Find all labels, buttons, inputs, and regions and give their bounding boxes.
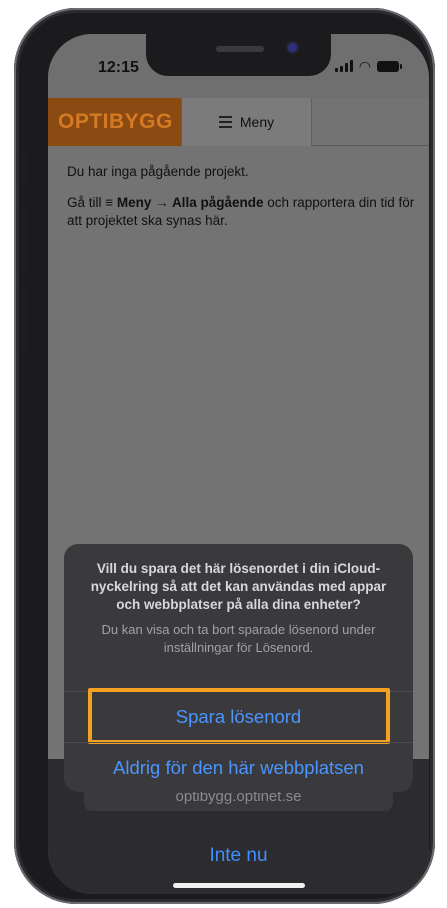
battery-icon bbox=[377, 60, 402, 72]
all-ongoing-ref: Alla pågående bbox=[171, 195, 264, 210]
volume-up-button bbox=[21, 208, 27, 270]
save-password-sheet: Vill du spara det här lösenordet i din i… bbox=[64, 544, 413, 792]
wifi-icon: ◠ bbox=[358, 58, 371, 74]
menu-label: Meny bbox=[239, 114, 275, 130]
volume-down-button bbox=[21, 290, 27, 352]
not-now-button[interactable]: Inte nu bbox=[48, 845, 429, 867]
silent-switch bbox=[21, 148, 27, 182]
site-logo[interactable]: OPTIBYGG bbox=[48, 98, 181, 146]
phone-frame: 12:15 ◠ OPTIBYGG Meny Du har inga pågåen… bbox=[14, 8, 435, 904]
status-bar: 12:15 ◠ bbox=[48, 34, 429, 98]
never-for-site-button[interactable]: Aldrig för den här webbplatsen bbox=[64, 743, 413, 792]
speaker bbox=[216, 46, 264, 52]
page-content: Du har inga pågående projekt. Gå till ≡ … bbox=[67, 163, 417, 243]
sheet-title: Vill du spara det här lösenordet i din i… bbox=[90, 561, 387, 612]
site-header: OPTIBYGG Meny bbox=[48, 98, 429, 146]
no-projects-text: Du har inga pågående projekt. bbox=[67, 164, 249, 179]
camera bbox=[288, 43, 297, 52]
status-time: 12:15 bbox=[98, 59, 139, 76]
signal-icon bbox=[334, 60, 353, 72]
hamburger-icon bbox=[218, 116, 232, 128]
menu-ref: ≡ Meny bbox=[105, 195, 152, 210]
highlight-box bbox=[88, 688, 390, 744]
notch bbox=[146, 34, 331, 76]
sheet-subtitle: Du kan visa och ta bort sparade lösenord… bbox=[101, 622, 376, 655]
instructions-text: Gå till ≡ Meny → Alla pågående och rappo… bbox=[67, 195, 415, 228]
menu-button[interactable]: Meny bbox=[181, 98, 312, 146]
status-icons: ◠ bbox=[334, 58, 402, 74]
home-indicator[interactable] bbox=[173, 883, 305, 888]
screen: 12:15 ◠ OPTIBYGG Meny Du har inga pågåen… bbox=[48, 34, 429, 894]
